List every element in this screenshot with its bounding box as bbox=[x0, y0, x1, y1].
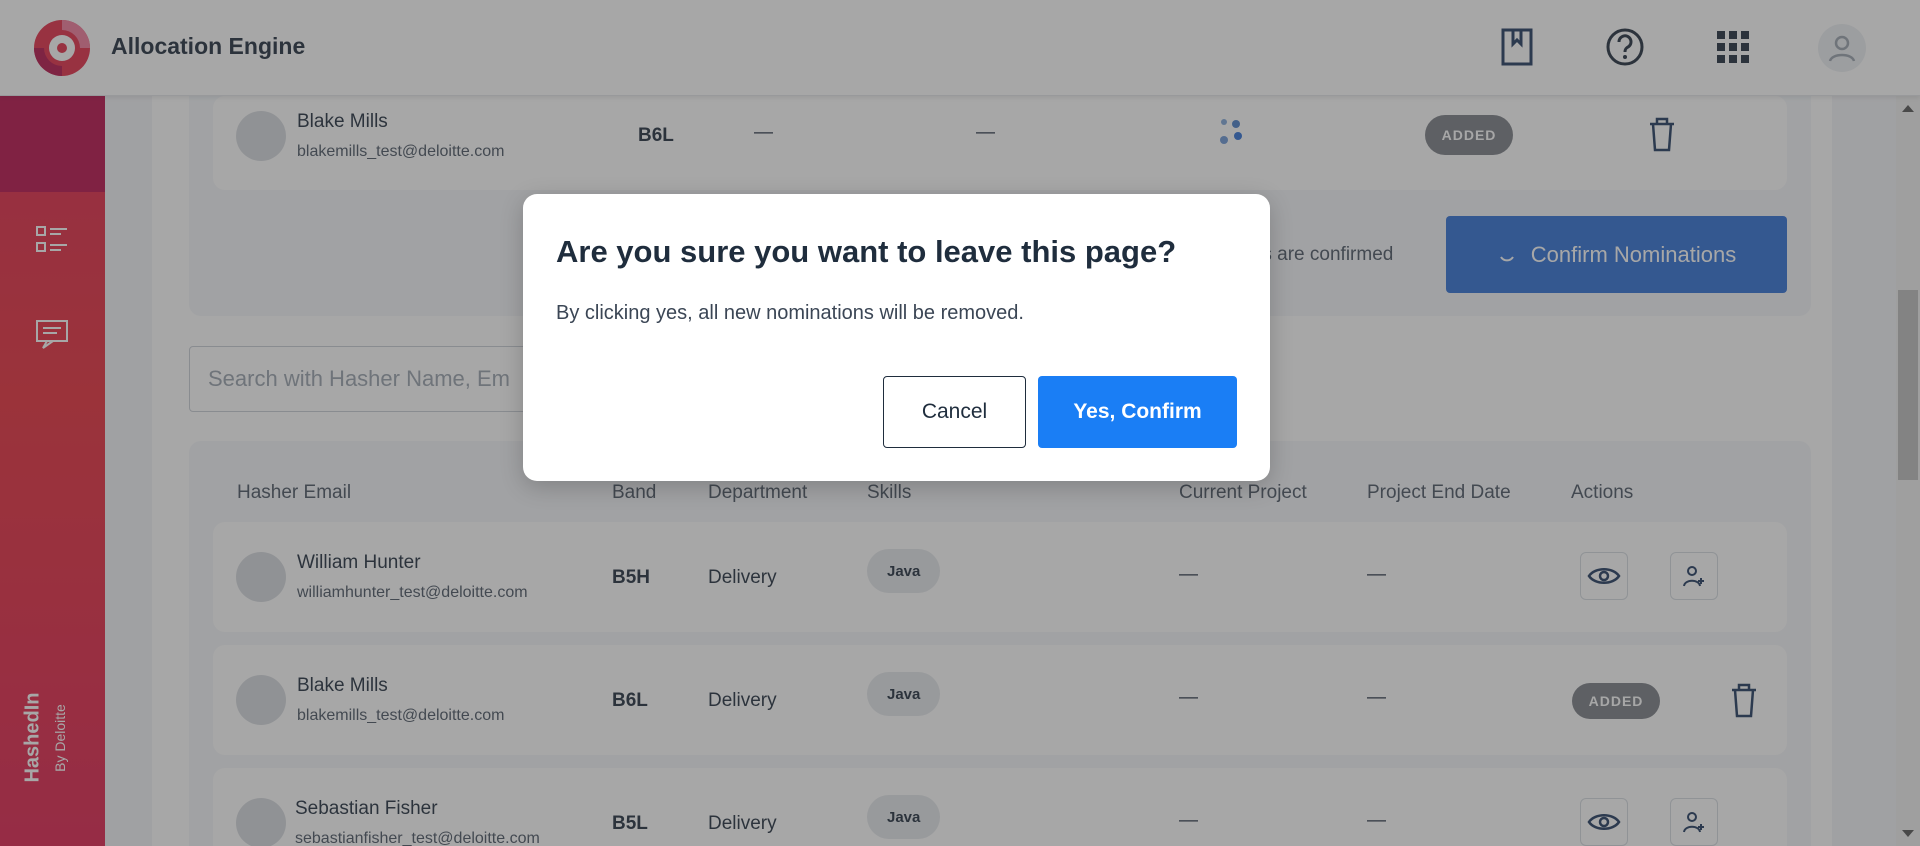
dialog-message: By clicking yes, all new nominations wil… bbox=[556, 302, 1024, 324]
cancel-button[interactable]: Cancel bbox=[883, 376, 1026, 448]
yes-confirm-button[interactable]: Yes, Confirm bbox=[1038, 376, 1237, 448]
leave-page-dialog: Are you sure you want to leave this page… bbox=[523, 194, 1270, 481]
dialog-title: Are you sure you want to leave this page… bbox=[556, 234, 1177, 269]
